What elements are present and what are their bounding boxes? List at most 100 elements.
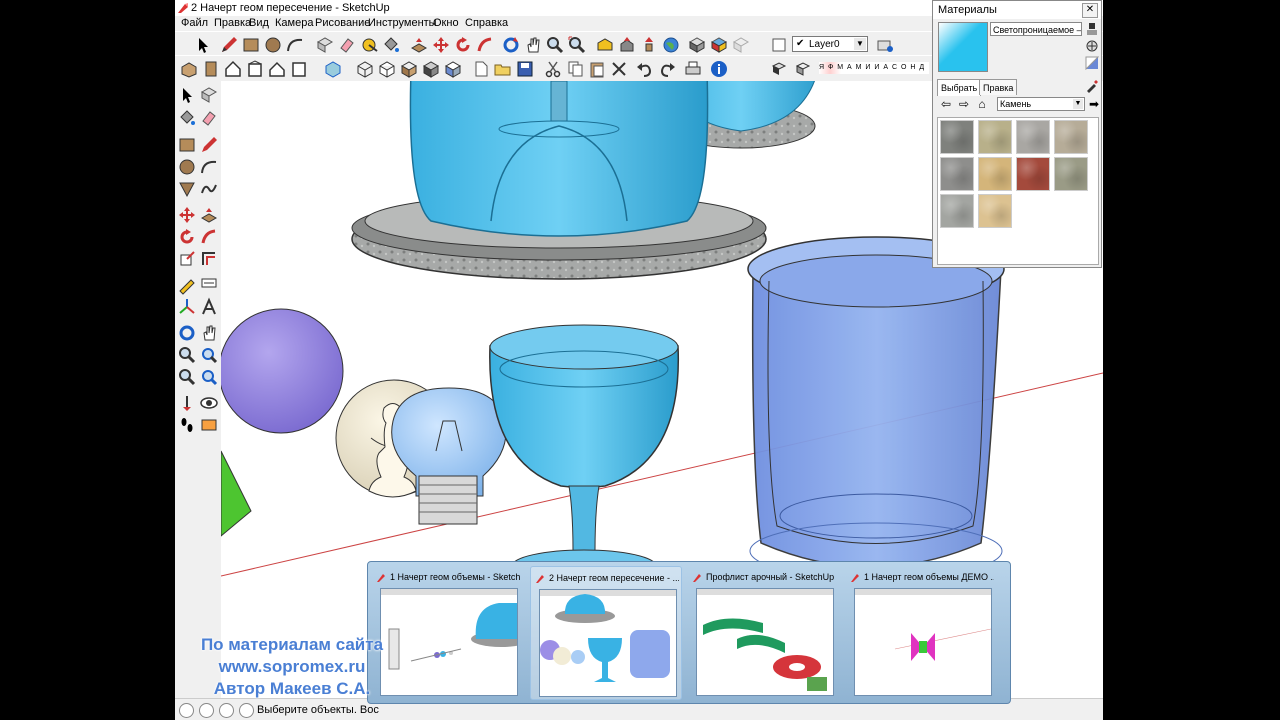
select-tool-button[interactable] bbox=[193, 35, 213, 55]
tape-measure-button[interactable] bbox=[359, 35, 379, 55]
material-swatch[interactable] bbox=[1016, 157, 1050, 191]
make-component-button[interactable] bbox=[315, 35, 335, 55]
tape-measure-tool[interactable] bbox=[177, 275, 197, 295]
move-tool[interactable] bbox=[177, 205, 197, 225]
axes-tool[interactable] bbox=[177, 297, 197, 317]
rectangle-tool[interactable] bbox=[177, 135, 197, 155]
components-button[interactable] bbox=[687, 35, 707, 55]
circle-tool-button[interactable] bbox=[263, 35, 283, 55]
arc-tool[interactable] bbox=[199, 157, 219, 177]
menu-camera[interactable]: Камера bbox=[275, 16, 313, 31]
credits-icon[interactable] bbox=[199, 703, 214, 718]
zoom-tool[interactable] bbox=[177, 345, 197, 365]
share-model-button[interactable] bbox=[617, 35, 637, 55]
text-tool[interactable] bbox=[199, 297, 219, 317]
xray-button[interactable] bbox=[323, 59, 343, 79]
share-component-button[interactable] bbox=[639, 35, 659, 55]
taskbar-thumb[interactable]: Профлист арочный - SketchUp bbox=[688, 566, 840, 700]
help-icon[interactable] bbox=[239, 703, 254, 718]
front-view-button[interactable] bbox=[223, 59, 243, 79]
details-arrow-icon[interactable]: ➡ bbox=[1087, 97, 1101, 111]
geolocation-icon[interactable] bbox=[179, 703, 194, 718]
back-arrow-icon[interactable]: ⇦ bbox=[939, 97, 953, 111]
position-camera-tool[interactable] bbox=[177, 393, 197, 413]
shadow-month-slider[interactable]: Я Ф М А М И И А С О Н Д bbox=[819, 62, 929, 74]
menu-window[interactable]: Окно bbox=[433, 16, 459, 31]
taskbar-thumb[interactable]: 1 Начерт геом объемы ДЕМО ... bbox=[846, 566, 998, 700]
line-tool[interactable] bbox=[199, 135, 219, 155]
shaded-textures-button[interactable] bbox=[421, 59, 441, 79]
freehand-tool[interactable] bbox=[199, 179, 219, 199]
material-swatch[interactable] bbox=[978, 120, 1012, 154]
menu-tools[interactable]: Инструменты bbox=[368, 16, 437, 31]
move-tool-button[interactable] bbox=[431, 35, 451, 55]
menu-file[interactable]: Файл bbox=[181, 16, 208, 31]
rotate-tool-button[interactable] bbox=[453, 35, 473, 55]
follow-me-tool[interactable] bbox=[199, 227, 219, 247]
shaded-button[interactable] bbox=[399, 59, 419, 79]
paste-button[interactable] bbox=[587, 59, 607, 79]
paint-bucket-button[interactable] bbox=[381, 35, 401, 55]
monochrome-button[interactable] bbox=[443, 59, 463, 79]
menu-view[interactable]: Вид bbox=[249, 16, 269, 31]
dimension-tool[interactable] bbox=[199, 275, 219, 295]
home-icon[interactable]: ⌂ bbox=[975, 97, 989, 111]
model-info-button[interactable] bbox=[709, 59, 729, 79]
create-material-icon[interactable] bbox=[1085, 39, 1099, 53]
look-around-tool[interactable] bbox=[199, 393, 219, 413]
material-swatch[interactable] bbox=[1016, 120, 1050, 154]
iso-view-button[interactable] bbox=[179, 59, 199, 79]
component-tool[interactable] bbox=[199, 85, 219, 105]
section-plane-tool[interactable] bbox=[199, 415, 219, 435]
material-swatch[interactable] bbox=[978, 157, 1012, 191]
menu-help[interactable]: Справка bbox=[465, 16, 508, 31]
open-button[interactable] bbox=[493, 59, 513, 79]
save-button[interactable] bbox=[515, 59, 535, 79]
menu-draw[interactable]: Рисование bbox=[315, 16, 370, 31]
zoom-extents-tool[interactable] bbox=[177, 367, 197, 387]
arc-tool-button[interactable] bbox=[285, 35, 305, 55]
previous-view-tool[interactable] bbox=[199, 367, 219, 387]
material-name-field[interactable]: Светопроницаемое – ст bbox=[990, 22, 1082, 36]
library-dropdown[interactable]: Камень ▼ bbox=[997, 97, 1085, 111]
shadows-button[interactable] bbox=[769, 59, 789, 79]
materials-button[interactable] bbox=[709, 35, 729, 55]
pencil-tool-button[interactable] bbox=[219, 35, 239, 55]
rotate-tool[interactable] bbox=[177, 227, 197, 247]
push-pull-button[interactable] bbox=[409, 35, 429, 55]
push-pull-tool[interactable] bbox=[199, 205, 219, 225]
cut-button[interactable] bbox=[543, 59, 563, 79]
wireframe-button[interactable] bbox=[355, 59, 375, 79]
eraser-tool[interactable] bbox=[199, 108, 219, 128]
scale-tool[interactable] bbox=[177, 249, 197, 269]
left-view-button[interactable] bbox=[289, 59, 309, 79]
hidden-line-button[interactable] bbox=[377, 59, 397, 79]
zoom-tool-button[interactable] bbox=[545, 35, 565, 55]
tab-select[interactable]: Выбрать bbox=[937, 79, 982, 96]
orbit-tool[interactable] bbox=[177, 323, 197, 343]
zoom-extents-button[interactable] bbox=[567, 35, 587, 55]
layer-dropdown[interactable]: ✔ Layer0 ▼ bbox=[792, 36, 868, 52]
new-button[interactable] bbox=[471, 59, 491, 79]
material-swatch[interactable] bbox=[940, 157, 974, 191]
follow-me-button[interactable] bbox=[475, 35, 495, 55]
forward-arrow-icon[interactable]: ⇨ bbox=[957, 97, 971, 111]
google-earth-button[interactable] bbox=[661, 35, 681, 55]
undo-button[interactable] bbox=[635, 59, 655, 79]
tab-edit[interactable]: Правка bbox=[979, 79, 1018, 95]
orbit-tool-button[interactable] bbox=[501, 35, 521, 55]
taskbar-thumb[interactable]: 2 Начерт геом пересечение - ... bbox=[530, 566, 682, 700]
walk-tool[interactable] bbox=[177, 415, 197, 435]
layer-visible-toggle[interactable] bbox=[769, 35, 789, 55]
material-swatch[interactable] bbox=[1054, 120, 1088, 154]
material-swatch[interactable] bbox=[940, 194, 974, 228]
material-swatch[interactable] bbox=[940, 120, 974, 154]
select-tool[interactable] bbox=[177, 85, 197, 105]
menu-edit[interactable]: Правка bbox=[214, 16, 251, 31]
default-material-icon[interactable] bbox=[1085, 56, 1099, 70]
paint-tool[interactable] bbox=[177, 108, 197, 128]
pan-tool[interactable] bbox=[199, 323, 219, 343]
styles-button[interactable] bbox=[731, 35, 751, 55]
user-icon[interactable] bbox=[219, 703, 234, 718]
offset-tool[interactable] bbox=[199, 249, 219, 269]
